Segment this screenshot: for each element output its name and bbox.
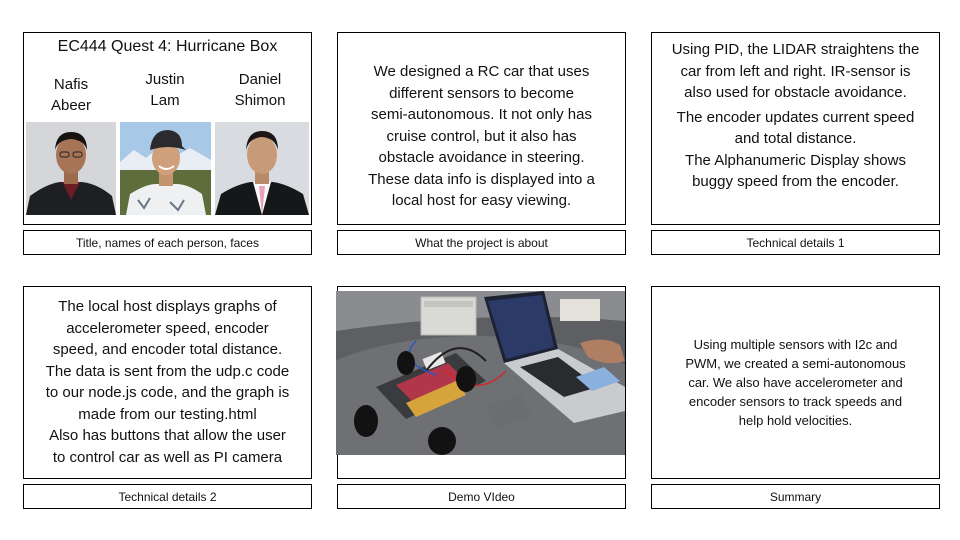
demo-panel-label: Demo VIdeo bbox=[337, 484, 626, 509]
summary-panel-label: Summary bbox=[651, 484, 940, 509]
text-line: accelerometer speed, encoder bbox=[66, 319, 269, 337]
text-line: made from our testing.html bbox=[78, 405, 257, 423]
last-name: Lam bbox=[150, 92, 180, 109]
title-panel-label: Title, names of each person, faces bbox=[23, 230, 312, 255]
tech2-panel: The local host displays graphs of accele… bbox=[23, 286, 312, 479]
text-line: help hold velocities. bbox=[738, 413, 853, 428]
text-line: The data is sent from the udp.c code bbox=[45, 362, 290, 380]
face-photo-daniel bbox=[215, 122, 309, 215]
first-name: Justin bbox=[145, 71, 185, 88]
summary-panel: Using multiple sensors with I2c and PWM,… bbox=[651, 286, 940, 479]
text-line: buggy speed from the encoder. bbox=[692, 173, 899, 190]
person-name-daniel: Daniel Shimon bbox=[213, 69, 307, 111]
text-line: car. We also have accelerometer and bbox=[688, 375, 903, 390]
demo-video-thumbnail[interactable] bbox=[336, 291, 625, 455]
text-line: obstacle avoidance in steering. bbox=[378, 149, 585, 166]
text-line: different sensors to become bbox=[389, 84, 574, 102]
tech1-text: Using PID, the LIDAR straightens the car… bbox=[652, 39, 939, 193]
tech2-panel-label: Technical details 2 bbox=[23, 484, 312, 509]
text-line: car from left and right. IR-sensor is bbox=[680, 62, 911, 80]
text-line: PWM, we created a semi-autonomous bbox=[685, 356, 906, 371]
summary-text: Using multiple sensors with I2c and PWM,… bbox=[652, 335, 939, 430]
text-line: Using multiple sensors with I2c and bbox=[693, 337, 898, 352]
last-name: Abeer bbox=[50, 97, 92, 114]
text-line: The local host displays graphs of bbox=[58, 298, 277, 315]
text-line: and total distance. bbox=[734, 130, 857, 147]
text-line: also used for obstacle avoidance. bbox=[684, 84, 907, 101]
text-line: These data info is displayed into a bbox=[368, 170, 595, 188]
text-line: The encoder updates current speed bbox=[676, 108, 915, 126]
title-panel: EC444 Quest 4: Hurricane Box Nafis Abeer… bbox=[23, 32, 312, 225]
first-name: Nafis bbox=[53, 76, 89, 93]
demo-panel bbox=[336, 286, 626, 479]
text-line: Using PID, the LIDAR straightens the bbox=[671, 41, 920, 58]
text-line: semi-autonomous. It not only has bbox=[371, 106, 592, 123]
last-name: Shimon bbox=[234, 92, 286, 109]
person-name-nafis: Nafis Abeer bbox=[24, 74, 118, 116]
quest-title: EC444 Quest 4: Hurricane Box bbox=[57, 38, 278, 55]
face-photo-nafis bbox=[26, 122, 116, 215]
about-panel-label: What the project is about bbox=[337, 230, 626, 255]
tech1-panel: Using PID, the LIDAR straightens the car… bbox=[651, 32, 940, 225]
text-line: We designed a RC car that uses bbox=[373, 63, 590, 80]
about-panel: We designed a RC car that uses different… bbox=[337, 32, 626, 225]
text-line: encoder sensors to track speeds and bbox=[688, 394, 903, 409]
text-line: to control car as well as PI camera bbox=[52, 448, 283, 466]
person-name-justin: Justin Lam bbox=[118, 69, 212, 111]
text-line: Also has buttons that allow the user bbox=[49, 427, 286, 444]
face-photo-justin bbox=[120, 122, 211, 215]
about-text: We designed a RC car that uses different… bbox=[338, 61, 625, 212]
text-line: local host for easy viewing. bbox=[391, 192, 572, 209]
first-name: Daniel bbox=[238, 71, 282, 88]
text-line: The Alphanumeric Display shows bbox=[685, 151, 906, 169]
text-line: speed, and encoder total distance. bbox=[52, 341, 283, 358]
text-line: cruise control, but it also has bbox=[386, 127, 577, 145]
tech1-panel-label: Technical details 1 bbox=[651, 230, 940, 255]
tech2-text: The local host displays graphs of accele… bbox=[24, 296, 311, 468]
text-line: to our node.js code, and the graph is bbox=[45, 384, 290, 401]
